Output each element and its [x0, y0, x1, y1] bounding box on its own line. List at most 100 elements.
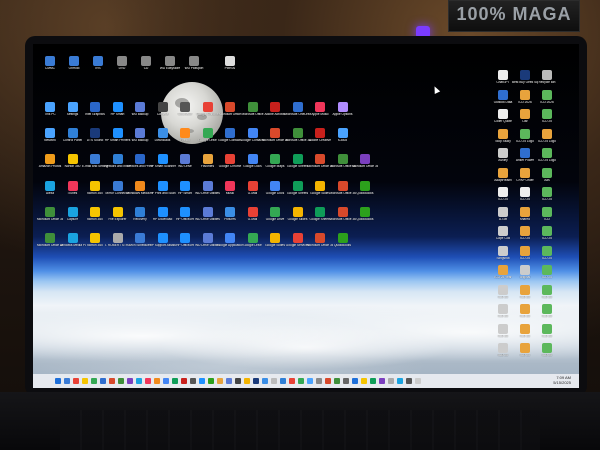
app-icon [292, 206, 303, 217]
app-icon [157, 154, 168, 165]
app-icon [180, 154, 190, 165]
app-icon [520, 206, 530, 217]
app-icon [117, 56, 127, 66]
desktop-icon[interactable]: Microsoft Office 365 [352, 154, 378, 176]
taskbar-app-icon[interactable] [91, 378, 97, 384]
app-icon [67, 180, 78, 191]
desktop-icon[interactable]: iCloud [330, 128, 356, 150]
taskbar-app-icon[interactable] [199, 378, 205, 384]
app-icon [498, 265, 508, 275]
taskbar-app-icon[interactable] [163, 378, 169, 384]
app-icon [180, 233, 190, 244]
desktop-icon-label: IRS [95, 67, 101, 70]
taskbar-app-icon[interactable] [64, 378, 70, 384]
desktop-icon[interactable]: DVD [109, 56, 135, 78]
taskbar-app-icon[interactable] [127, 378, 133, 384]
desktop-icon[interactable]: QuickBooks [330, 233, 356, 255]
app-icon [157, 102, 168, 112]
app-icon [112, 102, 123, 112]
app-icon [498, 343, 508, 353]
app-icon [180, 102, 190, 112]
desktop-icon-label: Recycle Bin [538, 81, 556, 84]
taskbar-app-icon[interactable] [136, 378, 142, 384]
taskbar-app-icon[interactable] [208, 378, 214, 384]
desktop-icon[interactable]: ICD 25 [534, 343, 560, 365]
app-icon [520, 187, 530, 197]
app-icon [45, 128, 55, 139]
desktop-icon-label: ICD 25 [542, 237, 552, 240]
desktop-icon[interactable]: WD Passport [181, 56, 207, 78]
taskbar-app-icon[interactable] [280, 378, 286, 384]
desktop-icon[interactable]: WD Easystore [157, 56, 183, 78]
desktop-icon[interactable]: CD [133, 56, 159, 78]
taskbar-app-icon[interactable] [352, 378, 358, 384]
app-icon [337, 206, 348, 217]
desktop-icon[interactable]: IRS [85, 56, 111, 78]
taskbar-app-icon[interactable] [271, 378, 277, 384]
taskbar-app-icon[interactable] [100, 378, 106, 384]
desktop-icon[interactable]: Apple Options [330, 102, 356, 124]
taskbar-app-icon[interactable] [370, 378, 376, 384]
app-icon [45, 206, 55, 217]
app-icon [360, 206, 370, 217]
taskbar-app-icon[interactable] [406, 378, 412, 384]
desktop-icon[interactable]: QuickBooks [352, 206, 378, 229]
app-icon [520, 128, 530, 139]
app-icon [520, 148, 530, 158]
desktop-icon[interactable]: OnHold [61, 56, 87, 78]
app-icon [67, 102, 78, 112]
taskbar-app-icon[interactable] [334, 378, 340, 384]
desktop-icon[interactable]: QuickBooks [352, 180, 378, 203]
app-icon [90, 154, 100, 165]
app-icon [270, 233, 280, 244]
taskbar-app-icon[interactable] [397, 378, 403, 384]
taskbar-app-icon[interactable] [109, 378, 115, 384]
desktop-icon-label: OnHold [68, 67, 80, 70]
desktop-icon[interactable]: CMMC [37, 56, 63, 78]
app-icon [90, 180, 100, 191]
app-icon [90, 206, 100, 217]
taskbar-app-icon[interactable] [298, 378, 304, 384]
taskbar-app-icon[interactable] [253, 378, 259, 384]
app-icon [69, 56, 79, 66]
taskbar-app-icon[interactable] [118, 378, 124, 384]
app-icon [225, 180, 235, 191]
desktop-icon[interactable]: Pixel AI [217, 56, 243, 78]
app-icon [360, 154, 370, 165]
desktop-icon-label: DVD [118, 67, 126, 70]
taskbar-app-icon[interactable] [55, 378, 61, 384]
taskbar-app-icon[interactable] [145, 378, 151, 384]
taskbar-app-icon[interactable] [82, 378, 88, 384]
taskbar-app-icon[interactable] [235, 378, 241, 384]
taskbar-app-icon[interactable] [307, 378, 313, 384]
taskbar-clock[interactable]: 7:09 AM 5/15/2025 [553, 375, 571, 385]
taskbar-app-icon[interactable] [181, 378, 187, 384]
app-icon [337, 233, 348, 244]
taskbar-app-icon[interactable] [379, 378, 385, 384]
taskbar-app-icon[interactable] [190, 378, 196, 384]
app-icon [112, 233, 123, 244]
taskbar-app-icon[interactable] [388, 378, 394, 384]
taskbar-app-icon[interactable] [325, 378, 331, 384]
taskbar-app-icon[interactable] [172, 378, 178, 384]
taskbar-app-icon[interactable] [316, 378, 322, 384]
app-icon [292, 102, 303, 112]
taskbar-app-icon[interactable] [415, 378, 421, 384]
app-icon [520, 245, 530, 256]
app-icon [542, 284, 552, 295]
app-icon [542, 128, 552, 139]
app-icon [542, 187, 552, 197]
taskbar-app-icon[interactable] [244, 378, 250, 384]
taskbar-app-icon[interactable] [289, 378, 295, 384]
app-icon [247, 233, 258, 244]
app-icon [270, 102, 280, 112]
taskbar-app-icon[interactable] [217, 378, 223, 384]
taskbar-app-icon[interactable] [226, 378, 232, 384]
taskbar-app-icon[interactable] [73, 378, 79, 384]
app-icon [292, 180, 303, 191]
app-icon [225, 102, 235, 112]
taskbar-app-icon[interactable] [361, 378, 367, 384]
taskbar-app-icon[interactable] [343, 378, 349, 384]
taskbar-app-icon[interactable] [262, 378, 268, 384]
taskbar-app-icon[interactable] [154, 378, 160, 384]
